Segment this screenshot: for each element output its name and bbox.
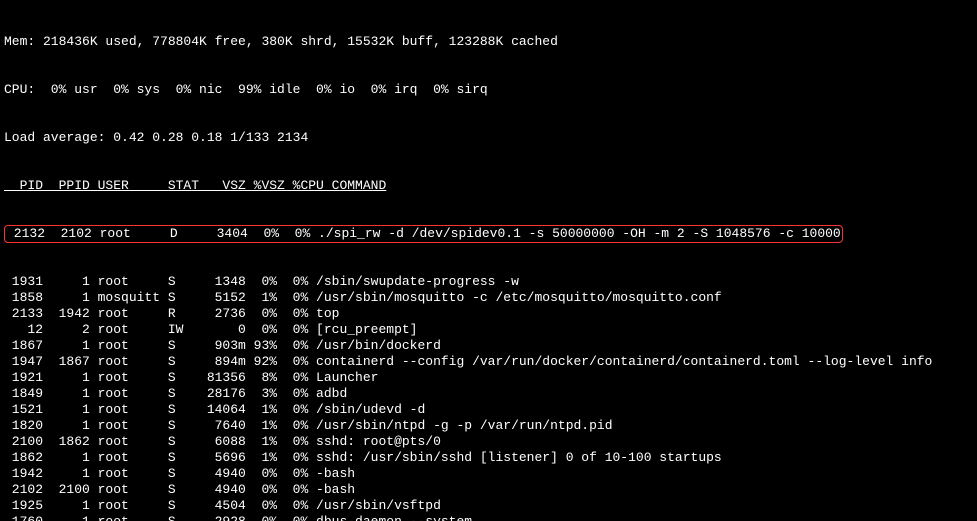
columns-header: PID PPID USER STAT VSZ %VSZ %CPU COMMAND (4, 178, 973, 194)
process-row: 2100 1862 root S 6088 1% 0% sshd: root@p… (4, 434, 973, 450)
process-row: 1925 1 root S 4504 0% 0% /usr/sbin/vsftp… (4, 498, 973, 514)
process-row: 1921 1 root S 81356 8% 0% Launcher (4, 370, 973, 386)
process-row: 1931 1 root S 1348 0% 0% /sbin/swupdate-… (4, 274, 973, 290)
process-row: 12 2 root IW 0 0% 0% [rcu_preempt] (4, 322, 973, 338)
process-row: 1942 1 root S 4940 0% 0% -bash (4, 466, 973, 482)
process-row: 1820 1 root S 7640 1% 0% /usr/sbin/ntpd … (4, 418, 973, 434)
process-row: 1521 1 root S 14064 1% 0% /sbin/udevd -d (4, 402, 973, 418)
process-row: 1760 1 root S 2928 0% 0% dbus-daemon --s… (4, 514, 973, 521)
process-row: 2102 2100 root S 4940 0% 0% -bash (4, 482, 973, 498)
mem-line: Mem: 218436K used, 778804K free, 380K sh… (4, 34, 973, 50)
terminal-output: Mem: 218436K used, 778804K free, 380K sh… (0, 0, 977, 521)
process-row: 2133 1942 root R 2736 0% 0% top (4, 306, 973, 322)
process-row: 1858 1 mosquitt S 5152 1% 0% /usr/sbin/m… (4, 290, 973, 306)
process-row: 1862 1 root S 5696 1% 0% sshd: /usr/sbin… (4, 450, 973, 466)
process-row: 1947 1867 root S 894m 92% 0% containerd … (4, 354, 973, 370)
load-line: Load average: 0.42 0.28 0.18 1/133 2134 (4, 130, 973, 146)
cpu-line: CPU: 0% usr 0% sys 0% nic 99% idle 0% io… (4, 82, 973, 98)
process-rows: 1931 1 root S 1348 0% 0% /sbin/swupdate-… (4, 274, 973, 521)
process-row: 1849 1 root S 28176 3% 0% adbd (4, 386, 973, 402)
highlighted-process-row: 2132 2102 root D 3404 0% 0% ./spi_rw -d … (4, 226, 973, 242)
process-row: 1867 1 root S 903m 93% 0% /usr/bin/docke… (4, 338, 973, 354)
